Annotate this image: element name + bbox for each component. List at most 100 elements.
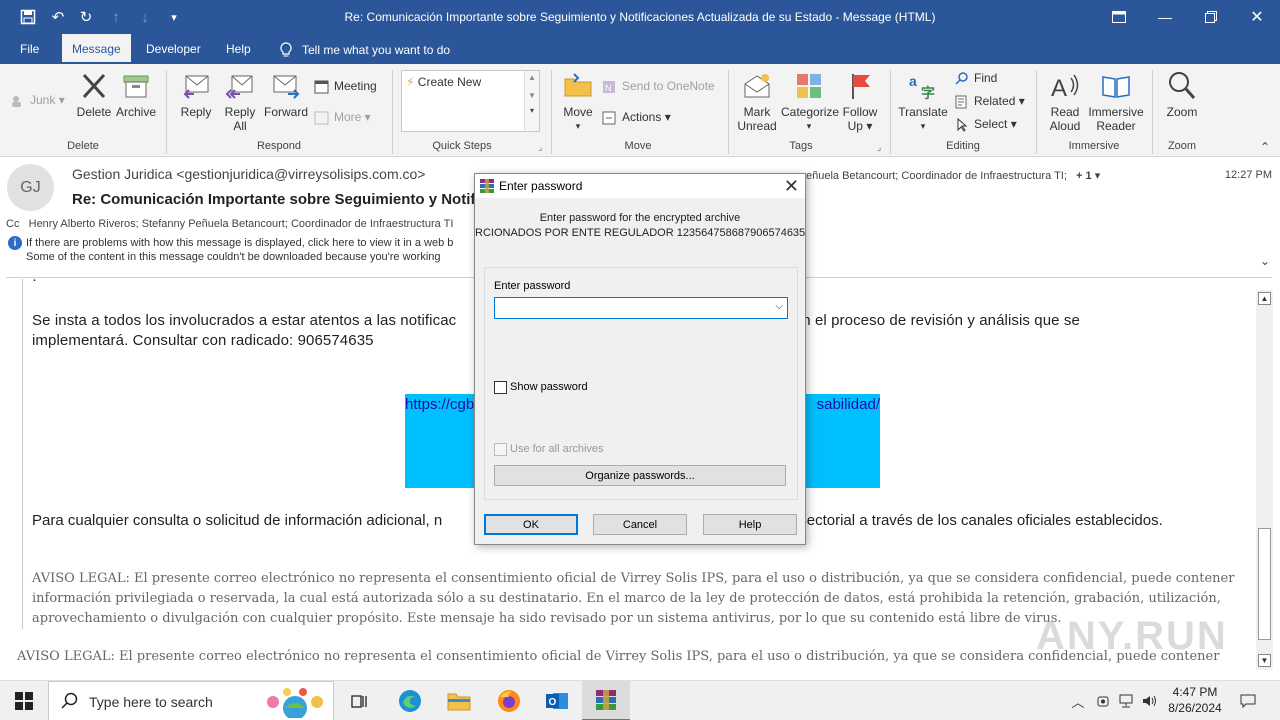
network-icon[interactable] [1116,681,1136,720]
close-button[interactable]: ✕ [1234,0,1280,34]
quick-step-create-new[interactable]: ⚡ Create New [406,75,481,89]
calendar-icon [314,80,330,94]
archive-name: RCIONADOS POR ENTE REGULADOR 12356475868… [475,227,805,239]
reply-button[interactable]: Reply [176,70,216,119]
reply-icon [180,70,212,102]
forward-button[interactable]: Forward [263,70,309,119]
notifications-icon[interactable] [1236,681,1260,720]
help-button[interactable]: Help [703,514,797,535]
follow-up-button[interactable]: Follow Up ▾ [840,70,880,133]
immersive-reader-icon [1100,70,1132,102]
edge-icon[interactable] [386,681,434,720]
categorize-icon [793,70,825,102]
scroll-thumb[interactable] [1258,528,1271,640]
svg-text:A: A [1051,75,1067,102]
more-button[interactable]: More ▾ [314,107,371,127]
minimize-button[interactable]: — [1142,0,1188,34]
dialog-close-button[interactable]: ✕ [784,176,799,197]
more-icon [314,111,330,125]
delete-button[interactable]: Delete [74,70,114,119]
watermark-logo: ANY.RUN [1036,614,1228,658]
use-for-all-label: Use for all archives [510,443,604,455]
find-button[interactable]: Find [954,68,997,88]
dialog-launcher-icon[interactable]: ⌟ [538,142,542,153]
link-text-left[interactable]: https://cgb. [405,396,478,413]
restore-button[interactable] [1188,0,1234,34]
organize-passwords-button[interactable]: Organize passwords... [494,465,786,486]
dialog-title: Enter password [499,179,583,193]
ribbon: Junk ▾ Delete Archive Delete Reply Reply… [0,64,1280,157]
cancel-button[interactable]: Cancel [593,514,687,535]
password-panel: Enter password ⌵ Show password Use for a… [484,267,798,500]
dialog-title-bar[interactable]: Enter password ✕ [475,174,805,198]
group-label-immersive: Immersive [1068,140,1120,152]
related-button[interactable]: Related ▾ [954,91,1025,111]
cc-recipients[interactable]: Henry Alberto Riveros; Stefanny Peñuela … [29,218,454,230]
meet-now-icon[interactable] [1094,681,1114,720]
group-label-zoom: Zoom [1167,140,1197,152]
dialog-launcher-icon[interactable]: ⌟ [877,142,881,153]
translate-button[interactable]: a字 Translate ▾ [897,70,949,133]
scroll-down-arrow[interactable]: ▼ [1258,654,1271,667]
reply-all-button[interactable]: Reply All [220,70,260,133]
use-for-all-checkbox[interactable] [494,443,507,456]
taskbar-clock[interactable]: 4:47 PM 8/26/2024 [1160,684,1230,716]
cursor-icon [954,117,970,132]
chevron-down-icon[interactable]: ⌄ [1260,254,1270,268]
avatar[interactable]: GJ [7,164,54,211]
select-button[interactable]: Select ▾ [954,114,1017,134]
ok-button[interactable]: OK [484,514,578,535]
actions-button[interactable]: Actions ▾ [602,107,671,127]
tray-overflow-icon[interactable]: ︿ [1068,681,1088,720]
mark-unread-icon [741,70,773,102]
show-password-checkbox[interactable] [494,381,507,394]
vertical-scrollbar[interactable]: ▲ ▼ [1256,290,1273,670]
info-bar-download[interactable]: Some of the content in this message coul… [26,251,441,263]
search-highlight-icon [261,686,327,720]
collapse-ribbon-icon[interactable]: ⌃ [1260,140,1270,154]
sender[interactable]: Gestion Juridica <gestionjuridica@virrey… [72,166,425,182]
info-bar-display[interactable]: If there are problems with how this mess… [26,237,453,249]
move-button[interactable]: Move ▾ [558,70,598,133]
read-aloud-button[interactable]: A Read Aloud [1044,70,1086,133]
immersive-reader-button[interactable]: Immersive Reader [1088,70,1144,133]
tab-help[interactable]: Help [216,34,261,64]
volume-icon[interactable] [1140,681,1160,720]
related-icon [954,95,970,109]
winrar-taskbar-icon[interactable] [582,681,630,720]
mark-unread-button[interactable]: Mark Unread [735,70,779,133]
tab-message[interactable]: Message [62,34,131,64]
tab-file[interactable]: File [10,34,49,64]
link-text-right[interactable]: sabilidad/ [817,396,880,413]
chevron-down-icon[interactable]: ⌵ [775,301,783,312]
recipients[interactable]: eñuela Betancourt; Coordinador de Infrae… [806,169,1100,182]
file-explorer-icon[interactable] [435,681,483,720]
delete-icon [78,70,110,102]
tell-me-text: Tell me what you want to do [302,43,451,57]
archive-button[interactable]: Archive [114,70,158,119]
categorize-button[interactable]: Categorize ▾ [781,70,839,133]
onenote-icon: N [602,80,618,94]
group-label-quick-steps: Quick Steps [432,140,492,152]
tab-developer[interactable]: Developer [136,34,211,64]
tell-me-search[interactable]: Tell me what you want to do [280,34,450,64]
task-view-icon[interactable] [336,681,384,720]
taskbar-search[interactable]: Type here to search [48,681,334,720]
password-input[interactable]: ⌵ [494,297,788,319]
cc-row: Cc Henry Alberto Riveros; Stefanny Peñue… [6,218,454,230]
firefox-icon[interactable] [485,681,533,720]
start-button[interactable] [0,681,48,720]
lightning-icon: ⚡ [406,75,415,89]
quick-steps-gallery[interactable]: ⚡ Create New ▲ ▼ ▾ [401,70,540,132]
junk-icon [10,94,26,108]
junk-button[interactable]: Junk ▾ [10,90,65,110]
zoom-button[interactable]: Zoom [1160,70,1204,119]
quick-steps-scroll[interactable]: ▲ ▼ ▾ [524,71,539,131]
message-subject: Re: Comunicación Importante sobre Seguim… [72,191,497,208]
outlook-icon[interactable]: O [533,681,581,720]
ribbon-display-icon[interactable] [1096,0,1142,34]
send-to-onenote-button[interactable]: N Send to OneNote [602,76,715,96]
scroll-up-arrow[interactable]: ▲ [1258,292,1271,305]
forward-icon [270,70,302,102]
meeting-button[interactable]: Meeting [314,76,377,96]
